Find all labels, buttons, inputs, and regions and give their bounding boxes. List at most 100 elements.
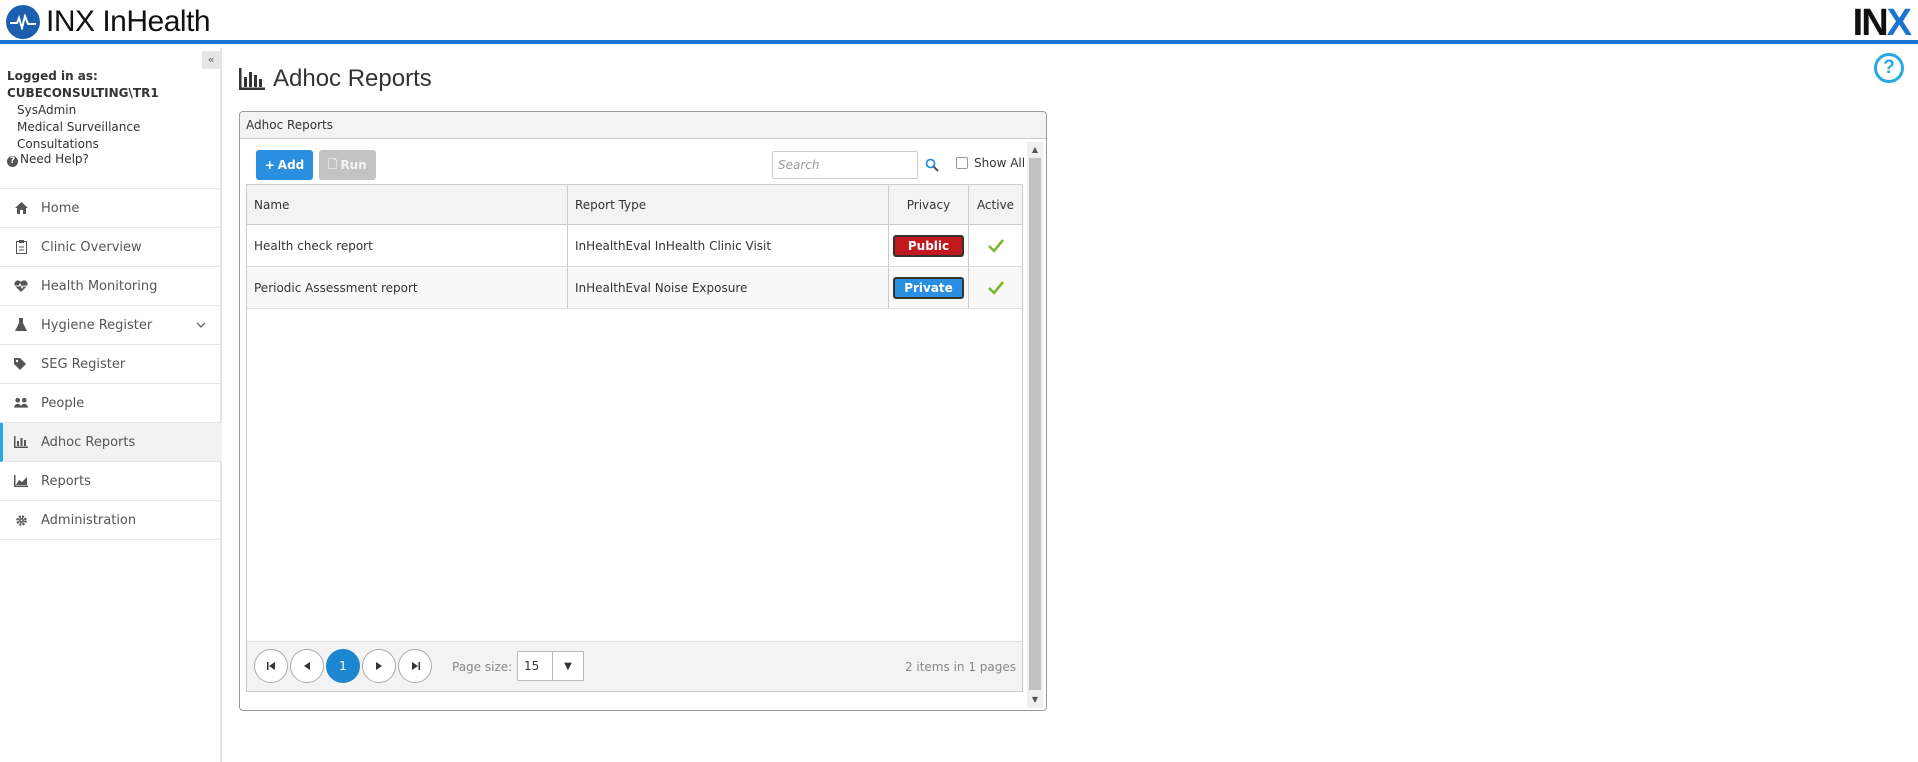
sidebar-item-home[interactable]: Home	[0, 189, 222, 228]
pager-info: 2 items in 1 pages	[904, 660, 1016, 674]
sidebar-item-reports[interactable]: Reports	[0, 462, 222, 501]
page-title: Adhoc Reports	[239, 65, 432, 93]
heartbeat-icon	[14, 279, 28, 293]
scroll-up-icon[interactable]: ▲	[1027, 142, 1043, 158]
column-header-report-type[interactable]: Report Type	[568, 185, 889, 224]
panel-scrollbar[interactable]: ▲ ▼	[1027, 142, 1043, 708]
grid-pager: 1 Page size: 15 ▼ 2 items in 1 pages	[247, 641, 1022, 691]
cell-name: Periodic Assessment report	[247, 267, 568, 308]
sidebar-item-hygiene-register[interactable]: Hygiene Register	[0, 306, 222, 345]
panel-title: Adhoc Reports	[240, 112, 1046, 139]
user-organization: Medical Surveillance Consultations	[17, 120, 141, 151]
home-icon	[14, 201, 28, 215]
sidebar-item-label: Health Monitoring	[41, 278, 158, 294]
grid-header: Name Report Type Privacy Active	[247, 185, 1022, 225]
sidebar-item-seg-register[interactable]: SEG Register	[0, 345, 222, 384]
collapse-sidebar-button[interactable]: «	[202, 51, 220, 69]
need-help-link[interactable]: ? Need Help?	[7, 152, 89, 167]
cell-privacy: Private	[889, 267, 969, 308]
brand-text-x: X	[1886, 2, 1912, 44]
sidebar-item-label: SEG Register	[41, 356, 126, 372]
question-circle-icon: ?	[7, 156, 18, 167]
table-row[interactable]: Periodic Assessment report InHealthEval …	[247, 267, 1022, 309]
run-button[interactable]: Run	[319, 150, 376, 180]
bar-chart-icon	[239, 68, 265, 90]
user-info: Logged in as: CUBECONSULTING\TR1 SysAdmi…	[7, 68, 220, 153]
inx-brand-logo: INX	[1852, 2, 1912, 45]
sidebar-item-label: Administration	[41, 512, 137, 528]
tags-icon	[14, 357, 28, 371]
chevron-down-icon[interactable]	[196, 318, 206, 331]
privacy-badge-private: Private	[893, 276, 964, 299]
next-page-icon	[376, 662, 382, 670]
first-page-button[interactable]	[254, 649, 288, 683]
search-icon[interactable]	[925, 157, 939, 176]
cell-report-type: InHealthEval Noise Exposure	[568, 267, 889, 308]
cell-active	[969, 225, 1022, 266]
checkbox-box[interactable]	[956, 157, 968, 169]
help-icon[interactable]: ?	[1874, 53, 1904, 83]
app-title: INX InHealth	[46, 5, 211, 38]
plus-icon: +	[264, 158, 275, 172]
run-button-label: Run	[340, 158, 367, 172]
column-header-active[interactable]: Active	[969, 185, 1022, 224]
app-header: INX InHealth INX	[0, 0, 1918, 44]
previous-page-icon	[304, 662, 310, 670]
grid-toolbar: + Add Run Search Show All	[256, 150, 1026, 182]
bar-chart-icon	[14, 435, 28, 449]
sidebar-item-label: Home	[41, 200, 80, 216]
clipboard-icon	[14, 240, 28, 254]
last-page-button[interactable]	[398, 649, 432, 683]
sidebar-item-adhoc-reports[interactable]: Adhoc Reports	[0, 423, 222, 462]
heartbeat-logo-icon	[6, 5, 40, 39]
sidebar-item-clinic-overview[interactable]: Clinic Overview	[0, 228, 222, 267]
next-page-button[interactable]	[362, 649, 396, 683]
sidebar-item-label: Adhoc Reports	[41, 434, 136, 450]
area-chart-icon	[14, 474, 28, 488]
sidebar-item-label: People	[41, 395, 85, 411]
caret-down-icon[interactable]: ▼	[553, 652, 583, 680]
check-icon	[987, 280, 1004, 295]
last-page-icon	[411, 662, 420, 670]
show-all-checkbox[interactable]: Show All	[956, 156, 1025, 170]
page-size-label: Page size:	[452, 660, 513, 674]
scroll-down-icon[interactable]: ▼	[1027, 692, 1043, 708]
page-size-select[interactable]: 15 ▼	[517, 651, 584, 681]
search-input[interactable]: Search	[772, 151, 918, 179]
sidebar-item-people[interactable]: People	[0, 384, 222, 423]
show-all-label: Show All	[974, 156, 1026, 170]
users-icon	[14, 396, 28, 410]
column-header-privacy[interactable]: Privacy	[889, 185, 969, 224]
privacy-badge-public: Public	[893, 234, 964, 257]
page-number-button[interactable]: 1	[326, 649, 360, 683]
cell-active	[969, 267, 1022, 308]
first-page-icon	[266, 662, 275, 670]
add-button[interactable]: + Add	[256, 150, 313, 180]
logged-in-label: Logged in as:	[7, 69, 98, 83]
flask-icon	[14, 318, 28, 332]
previous-page-button[interactable]	[290, 649, 324, 683]
check-icon	[987, 238, 1004, 253]
page-size-value: 15	[518, 652, 553, 680]
sidebar-item-health-monitoring[interactable]: Health Monitoring	[0, 267, 222, 306]
column-header-name[interactable]: Name	[247, 185, 568, 224]
app-logo[interactable]: INX InHealth	[6, 5, 211, 39]
table-row[interactable]: Health check report InHealthEval InHealt…	[247, 225, 1022, 267]
brand-text-in: IN	[1852, 2, 1889, 44]
sidebar: « Logged in as: CUBECONSULTING\TR1 SysAd…	[0, 48, 222, 762]
sidebar-item-label: Reports	[41, 473, 91, 489]
cell-report-type: InHealthEval InHealth Clinic Visit	[568, 225, 889, 266]
page-title-text: Adhoc Reports	[273, 65, 432, 92]
sidebar-item-administration[interactable]: Administration	[0, 501, 222, 540]
cell-name: Health check report	[247, 225, 568, 266]
adhoc-reports-panel: Adhoc Reports + Add Run Search Show All N…	[239, 111, 1047, 711]
username: CUBECONSULTING\TR1	[7, 86, 159, 100]
user-role: SysAdmin	[17, 103, 77, 117]
add-button-label: Add	[277, 158, 305, 172]
file-icon	[327, 157, 338, 172]
scrollbar-thumb[interactable]	[1029, 158, 1041, 690]
cell-privacy: Public	[889, 225, 969, 266]
sidebar-item-label: Clinic Overview	[41, 239, 142, 255]
reports-grid: Name Report Type Privacy Active Health c…	[246, 184, 1023, 692]
gear-icon	[14, 513, 28, 527]
